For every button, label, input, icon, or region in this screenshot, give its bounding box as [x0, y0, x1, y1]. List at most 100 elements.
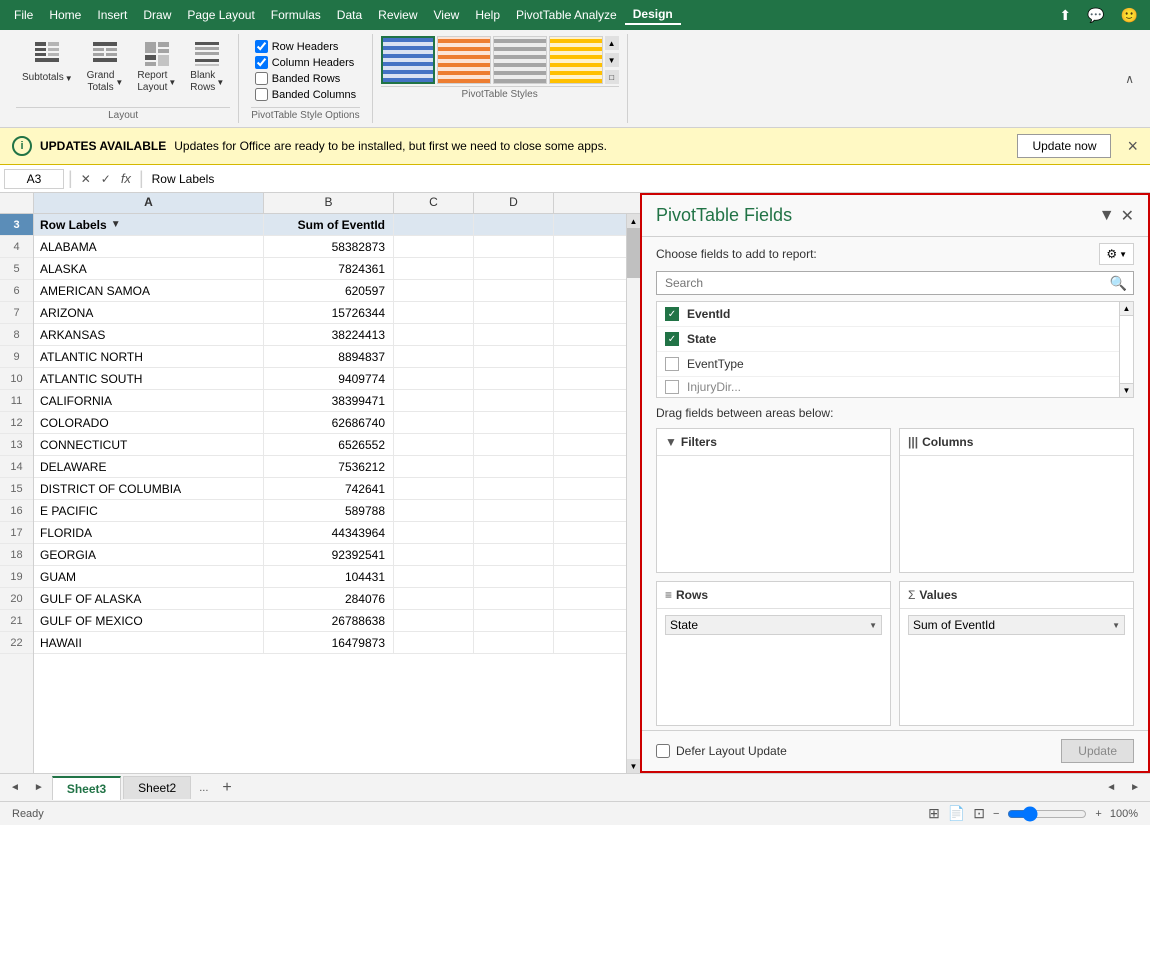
menu-page-layout[interactable]: Page Layout — [179, 6, 262, 24]
defer-checkbox[interactable] — [656, 744, 670, 758]
scroll-down-arrow[interactable]: ▼ — [627, 759, 640, 773]
cell-a[interactable]: FLORIDA — [34, 522, 264, 543]
cell-c[interactable] — [394, 434, 474, 455]
table-row[interactable]: CONNECTICUT 6526552 — [34, 434, 626, 456]
values-eventid-tag[interactable]: Sum of EventId ▼ — [908, 615, 1125, 635]
page-break-icon[interactable]: ⊡ — [973, 805, 985, 822]
grand-totals-dropdown[interactable]: ▼ — [115, 78, 123, 87]
menu-draw[interactable]: Draw — [135, 6, 179, 24]
cell-b[interactable]: 9409774 — [264, 368, 394, 389]
updates-close-icon[interactable]: × — [1127, 136, 1138, 157]
table-row[interactable]: ARIZONA 15726344 — [34, 302, 626, 324]
pivot-search-input[interactable] — [657, 272, 1104, 294]
cell-d[interactable] — [474, 258, 554, 279]
cell-b[interactable]: 26788638 — [264, 610, 394, 631]
cell-d3[interactable] — [474, 214, 554, 235]
values-eventid-select[interactable]: Sum of EventId — [913, 618, 1110, 632]
add-sheet-btn[interactable]: + — [216, 779, 237, 797]
table-row[interactable]: ALABAMA 58382873 — [34, 236, 626, 258]
cell-d[interactable] — [474, 456, 554, 477]
cell-c[interactable] — [394, 588, 474, 609]
table-row[interactable]: CALIFORNIA 38399471 — [34, 390, 626, 412]
field-state[interactable]: ✓ State — [657, 327, 1119, 352]
cell-c[interactable] — [394, 368, 474, 389]
table-row[interactable]: DELAWARE 7536212 — [34, 456, 626, 478]
cell-c[interactable] — [394, 280, 474, 301]
confirm-formula-icon[interactable]: ✓ — [97, 172, 115, 186]
menu-help[interactable]: Help — [467, 6, 508, 24]
scroll-up-btn[interactable]: ▲ — [605, 36, 619, 50]
table-row[interactable]: E PACIFIC 589788 — [34, 500, 626, 522]
col-header-a[interactable]: A — [34, 193, 264, 213]
injurydirect-checkbox[interactable] — [665, 380, 679, 394]
style-1[interactable] — [381, 36, 435, 84]
cell-a[interactable]: CALIFORNIA — [34, 390, 264, 411]
scroll-thumb[interactable] — [627, 228, 640, 278]
cell-b[interactable]: 38399471 — [264, 390, 394, 411]
cell-a[interactable]: ALASKA — [34, 258, 264, 279]
rows-tag-dropdown[interactable]: ▼ — [869, 621, 877, 630]
cell-b[interactable]: 104431 — [264, 566, 394, 587]
cell-a[interactable]: CONNECTICUT — [34, 434, 264, 455]
menu-formulas[interactable]: Formulas — [263, 6, 329, 24]
eventtype-checkbox[interactable] — [665, 357, 679, 371]
cell-b[interactable]: 7824361 — [264, 258, 394, 279]
subtotals-dropdown[interactable]: ▼ — [65, 74, 73, 83]
smiley-icon[interactable]: 🙂 — [1115, 5, 1144, 26]
menu-insert[interactable]: Insert — [89, 6, 135, 24]
zoom-minus-icon[interactable]: − — [993, 808, 999, 820]
cell-b[interactable]: 38224413 — [264, 324, 394, 345]
cell-d[interactable] — [474, 236, 554, 257]
style-4[interactable] — [549, 36, 603, 84]
cell-a[interactable]: GULF OF MEXICO — [34, 610, 264, 631]
fields-scroll-up[interactable]: ▲ — [1120, 302, 1133, 316]
cell-a3[interactable]: Row Labels ▼ — [34, 214, 264, 235]
update-now-button[interactable]: Update now — [1017, 134, 1111, 158]
cell-b[interactable]: 15726344 — [264, 302, 394, 323]
table-row[interactable]: FLORIDA 44343964 — [34, 522, 626, 544]
cell-a[interactable]: ARIZONA — [34, 302, 264, 323]
cell-d[interactable] — [474, 500, 554, 521]
table-row[interactable]: HAWAII 16479873 — [34, 632, 626, 654]
cell-d[interactable] — [474, 522, 554, 543]
formula-input[interactable]: Row Labels — [148, 170, 1146, 188]
cell-d[interactable] — [474, 544, 554, 565]
cell-d[interactable] — [474, 346, 554, 367]
cell-b[interactable]: 92392541 — [264, 544, 394, 565]
state-checkbox[interactable]: ✓ — [665, 332, 679, 346]
table-row[interactable]: COLORADO 62686740 — [34, 412, 626, 434]
values-tag-dropdown[interactable]: ▼ — [1112, 621, 1120, 630]
fields-scroll-down[interactable]: ▼ — [1120, 383, 1133, 397]
cell-a[interactable]: GEORGIA — [34, 544, 264, 565]
cell-c[interactable] — [394, 346, 474, 367]
pivot-close-icon[interactable]: ✕ — [1121, 206, 1134, 226]
cell-a[interactable]: ATLANTIC NORTH — [34, 346, 264, 367]
table-row[interactable]: GEORGIA 92392541 — [34, 544, 626, 566]
table-row[interactable]: GULF OF MEXICO 26788638 — [34, 610, 626, 632]
cell-a[interactable]: DISTRICT OF COLUMBIA — [34, 478, 264, 499]
tab-sheet2[interactable]: Sheet2 — [123, 776, 191, 799]
cell-c[interactable] — [394, 566, 474, 587]
cell-a[interactable]: DELAWARE — [34, 456, 264, 477]
cell-d[interactable] — [474, 566, 554, 587]
cell-c[interactable] — [394, 544, 474, 565]
cell-d[interactable] — [474, 478, 554, 499]
menu-view[interactable]: View — [426, 6, 468, 24]
table-row[interactable]: ARKANSAS 38224413 — [34, 324, 626, 346]
cell-d[interactable] — [474, 610, 554, 631]
cell-c[interactable] — [394, 610, 474, 631]
cancel-formula-icon[interactable]: ✕ — [77, 172, 95, 186]
table-row[interactable]: ATLANTIC SOUTH 9409774 — [34, 368, 626, 390]
cell-b[interactable]: 7536212 — [264, 456, 394, 477]
table-row[interactable]: GULF OF ALASKA 284076 — [34, 588, 626, 610]
report-layout-button[interactable]: ReportLayout ▼ — [131, 36, 182, 98]
table-row[interactable]: GUAM 104431 — [34, 566, 626, 588]
grand-totals-button[interactable]: GrandTotals ▼ — [81, 36, 130, 98]
banded-cols-option[interactable]: Banded Columns — [255, 88, 356, 101]
cell-b[interactable]: 62686740 — [264, 412, 394, 433]
comment-icon[interactable]: 💬 — [1081, 5, 1110, 26]
page-layout-icon[interactable]: 📄 — [948, 805, 965, 822]
cell-d[interactable] — [474, 280, 554, 301]
zoom-plus-icon[interactable]: + — [1095, 808, 1101, 820]
menu-file[interactable]: File — [6, 6, 41, 24]
